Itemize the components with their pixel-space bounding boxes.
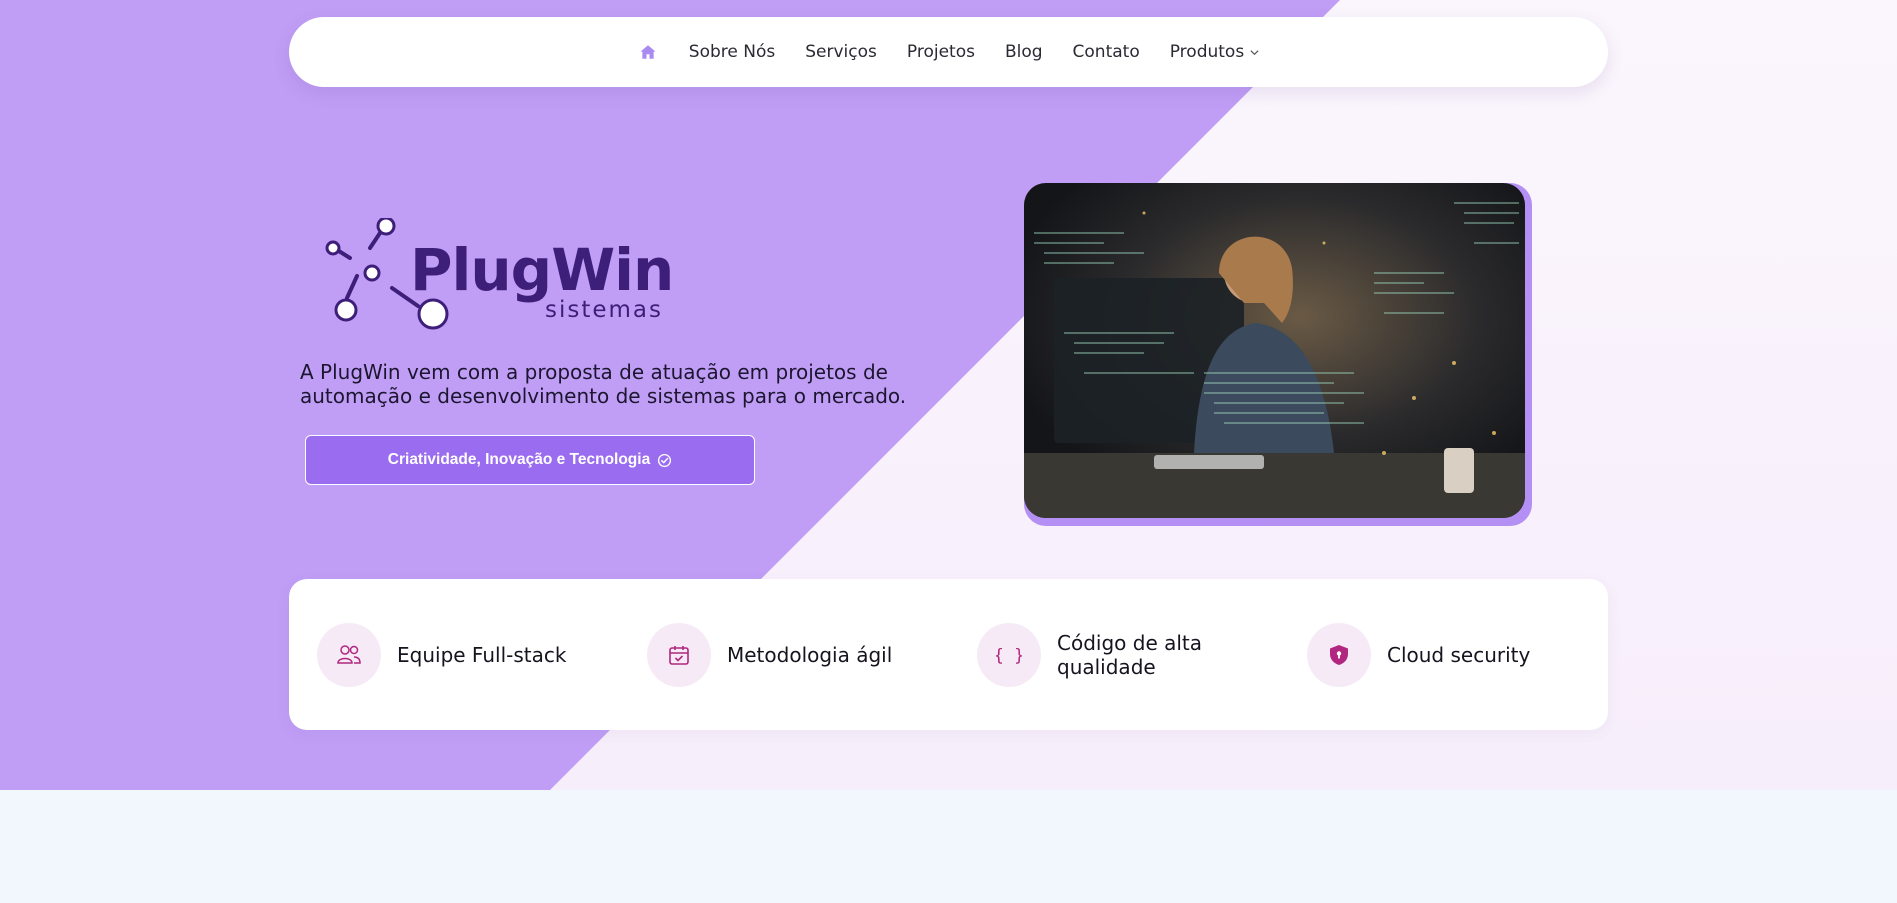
logo-subtext: sistemas [545, 297, 663, 323]
features-card: Equipe Full-stack Metodologia ágil { } C… [289, 579, 1608, 730]
nav-item-projetos[interactable]: Projetos [907, 42, 975, 62]
feature-item-quality-code: { } Código de alta qualidade [977, 579, 1227, 730]
feature-title: Código de alta qualidade [1057, 630, 1203, 679]
nav-item-sobre-nos[interactable]: Sobre Nós [689, 42, 775, 62]
nav-item-blog[interactable]: Blog [1005, 42, 1043, 62]
feature-title: Equipe Full-stack [397, 642, 567, 667]
shield-icon [1307, 622, 1371, 687]
hero-tagline: A PlugWin vem com a proposta de atuação … [300, 360, 907, 408]
feature-title: Metodologia ágil [727, 642, 893, 667]
nav-item-label: Serviços [805, 42, 877, 62]
nav-item-label: Produtos [1169, 42, 1245, 62]
hero-photo [1024, 183, 1525, 518]
nav-item-servicos[interactable]: Serviços [805, 42, 877, 62]
main-navbar: Sobre Nós Serviços Projetos Blog Contato… [289, 17, 1608, 87]
svg-text:{ }: { } [996, 646, 1022, 666]
check-circle-icon [658, 453, 672, 467]
logo-wordmark: PlugWin [410, 236, 672, 304]
users-icon [317, 622, 381, 687]
nav-item-produtos[interactable]: Produtos [1170, 42, 1260, 62]
chevron-down-icon [1250, 49, 1259, 55]
nav-item-label: Projetos [906, 42, 975, 62]
calendar-check-icon [647, 622, 711, 687]
nav-item-label: Contato [1072, 42, 1140, 62]
feature-item-cloud-security: Cloud security [1307, 579, 1557, 730]
nav-item-label: Sobre Nós [688, 42, 776, 62]
cta-label: Criatividade, Inovação e Tecnologia [387, 451, 651, 468]
nav-list: Sobre Nós Serviços Projetos Blog Contato… [637, 41, 1260, 63]
nav-item-contato[interactable]: Contato [1073, 42, 1140, 62]
feature-item-fullstack: Equipe Full-stack [317, 579, 567, 730]
feature-item-agile: Metodologia ágil [647, 579, 897, 730]
code-braces-icon: { } [977, 622, 1041, 687]
feature-title: Cloud security [1387, 642, 1531, 667]
next-section-background [0, 790, 1897, 903]
nav-item-label: Blog [1004, 42, 1043, 62]
home-icon[interactable] [637, 41, 659, 63]
cta-button[interactable]: Criatividade, Inovação e Tecnologia [305, 435, 755, 485]
plugwin-logo: PlugWin sistemas [322, 216, 674, 333]
